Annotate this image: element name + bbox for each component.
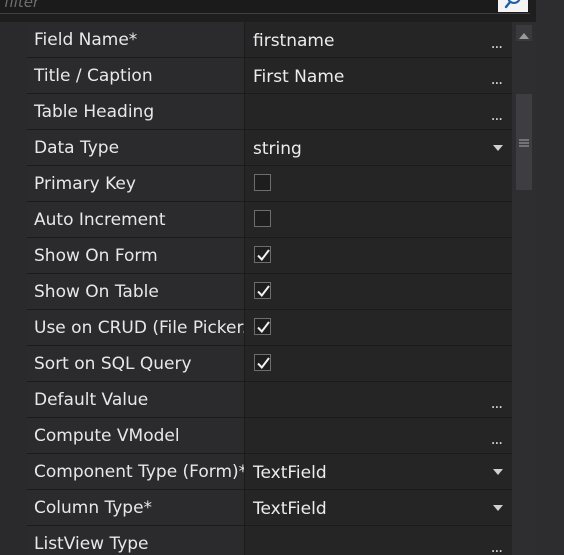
property-row[interactable]: Default Value... bbox=[27, 382, 512, 418]
grip-icon bbox=[519, 133, 529, 152]
property-value-text: TextField bbox=[253, 463, 327, 483]
property-value[interactable] bbox=[245, 346, 512, 381]
property-grid: Field Name* firstname... Title / Caption Fi… bbox=[27, 22, 512, 555]
property-value-text: string bbox=[253, 139, 302, 159]
ellipsis-button[interactable]: ... bbox=[491, 382, 503, 417]
property-row[interactable]: Title / Caption First Name... bbox=[27, 58, 512, 94]
property-name: Show On Table bbox=[27, 274, 245, 309]
property-row[interactable]: Use on CRUD (File Picker... bbox=[27, 310, 512, 346]
filter-search-button[interactable] bbox=[498, 0, 528, 12]
checkbox-checked[interactable] bbox=[254, 354, 271, 371]
property-value-text: firstname bbox=[253, 31, 335, 51]
ellipsis-button[interactable]: ... bbox=[491, 22, 503, 57]
property-row[interactable]: Sort on SQL Query bbox=[27, 346, 512, 382]
checkbox-checked[interactable] bbox=[254, 318, 271, 335]
property-value[interactable] bbox=[245, 166, 512, 201]
property-value[interactable]: ... bbox=[245, 94, 512, 129]
property-grid-scrollbar[interactable] bbox=[512, 22, 536, 555]
property-row[interactable]: Show On Table bbox=[27, 274, 512, 310]
property-value[interactable]: ... bbox=[245, 418, 512, 453]
property-name: Title / Caption bbox=[27, 58, 245, 93]
checkbox-checked[interactable] bbox=[254, 246, 271, 263]
property-value-text: TextField bbox=[253, 499, 327, 519]
checkmark-icon bbox=[257, 249, 270, 262]
category-gutter bbox=[0, 22, 27, 555]
property-name: Primary Key bbox=[27, 166, 245, 201]
checkmark-icon bbox=[257, 357, 270, 370]
property-name: Field Name* bbox=[27, 22, 245, 57]
property-name: Default Value bbox=[27, 382, 245, 417]
dropdown-arrow-icon[interactable] bbox=[493, 145, 503, 151]
property-name: Compute VModel bbox=[27, 418, 245, 453]
property-name: Data Type bbox=[27, 130, 245, 165]
checkmark-icon bbox=[257, 285, 270, 298]
property-name: Show On Form bbox=[27, 238, 245, 273]
property-value[interactable] bbox=[245, 202, 512, 237]
property-row[interactable]: Data Type string bbox=[27, 130, 512, 166]
checkbox-unchecked[interactable] bbox=[254, 174, 271, 191]
dropdown-arrow-icon[interactable] bbox=[493, 469, 503, 475]
property-value-text: First Name bbox=[253, 67, 345, 87]
checkbox-unchecked[interactable] bbox=[254, 210, 271, 227]
property-row[interactable]: Show On Form bbox=[27, 238, 512, 274]
property-name: ListView Type bbox=[27, 526, 245, 555]
property-value[interactable]: ... bbox=[245, 382, 512, 417]
property-value[interactable]: TextField bbox=[245, 454, 512, 489]
ellipsis-button[interactable]: ... bbox=[491, 418, 503, 453]
property-row[interactable]: Component Type (Form)* TextField bbox=[27, 454, 512, 490]
property-value[interactable]: ... bbox=[245, 526, 512, 555]
scroll-up-button[interactable] bbox=[516, 25, 532, 41]
checkbox-checked[interactable] bbox=[254, 282, 271, 299]
property-value[interactable] bbox=[245, 310, 512, 345]
property-name: Sort on SQL Query bbox=[27, 346, 245, 381]
property-value[interactable] bbox=[245, 238, 512, 273]
property-value[interactable]: First Name... bbox=[245, 58, 512, 93]
dropdown-arrow-icon[interactable] bbox=[493, 505, 503, 511]
property-row[interactable]: Field Name* firstname... bbox=[27, 22, 512, 58]
search-icon bbox=[502, 0, 524, 12]
ellipsis-button[interactable]: ... bbox=[491, 526, 503, 555]
ellipsis-button[interactable]: ... bbox=[491, 94, 503, 129]
property-value[interactable]: firstname... bbox=[245, 22, 512, 57]
property-name: Table Heading bbox=[27, 94, 245, 129]
property-value[interactable] bbox=[245, 274, 512, 309]
filter-bar bbox=[0, 0, 530, 14]
scrollbar-thumb[interactable] bbox=[516, 94, 532, 190]
property-name: Component Type (Form)* bbox=[27, 454, 245, 489]
property-name: Use on CRUD (File Picker... bbox=[27, 310, 245, 345]
property-row[interactable]: Table Heading... bbox=[27, 94, 512, 130]
filter-input[interactable] bbox=[0, 0, 498, 12]
property-name: Auto Increment bbox=[27, 202, 245, 237]
property-name: Column Type* bbox=[27, 490, 245, 525]
property-value[interactable]: TextField bbox=[245, 490, 512, 525]
property-row[interactable]: ListView Type... bbox=[27, 526, 512, 555]
chevron-up-icon bbox=[519, 24, 529, 43]
checkmark-icon bbox=[257, 321, 270, 334]
ellipsis-button[interactable]: ... bbox=[491, 58, 503, 93]
property-row[interactable]: Auto Increment bbox=[27, 202, 512, 238]
property-value[interactable]: string bbox=[245, 130, 512, 165]
property-row[interactable]: Column Type* TextField bbox=[27, 490, 512, 526]
property-row[interactable]: Compute VModel... bbox=[27, 418, 512, 454]
side-panel-edge bbox=[536, 0, 564, 555]
property-row[interactable]: Primary Key bbox=[27, 166, 512, 202]
